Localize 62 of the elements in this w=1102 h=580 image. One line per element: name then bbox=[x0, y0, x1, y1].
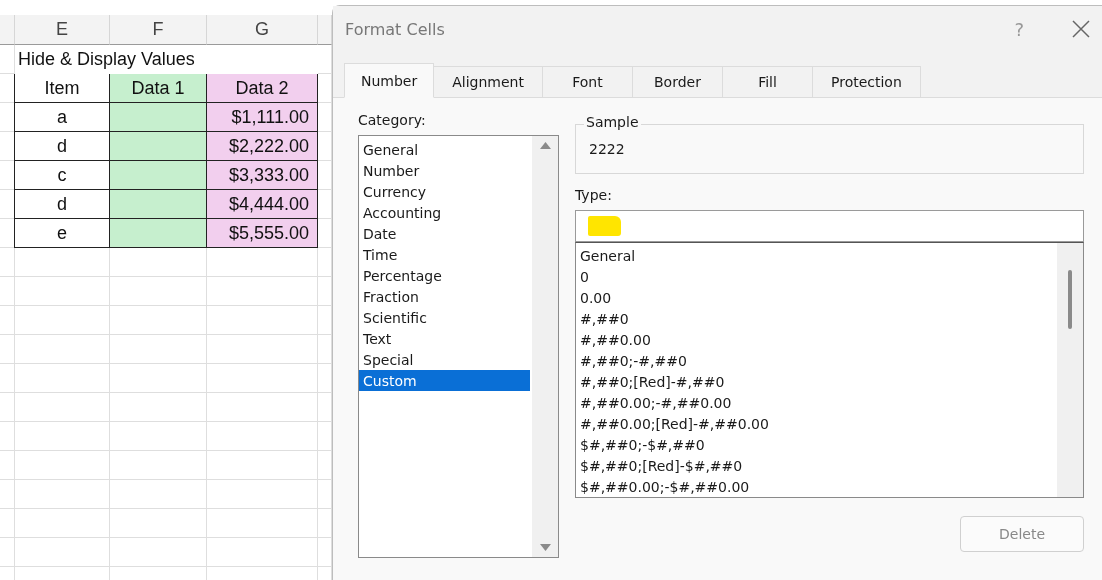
category-item[interactable]: Fraction bbox=[359, 286, 530, 307]
table-cell: a bbox=[14, 103, 110, 132]
category-item[interactable]: Currency bbox=[359, 181, 530, 202]
type-item[interactable]: $#,##0;[Red]-$#,##0 bbox=[576, 455, 1057, 477]
header-cell: Item bbox=[14, 74, 110, 103]
table-cell: c bbox=[14, 161, 110, 190]
column-header[interactable]: E bbox=[15, 15, 110, 45]
category-item[interactable]: General bbox=[359, 139, 530, 160]
table-cell: $3,333.00 bbox=[206, 161, 318, 190]
table-cell: $2,222.00 bbox=[206, 132, 318, 161]
type-item[interactable]: General bbox=[576, 246, 1057, 267]
type-item[interactable]: #,##0;-#,##0 bbox=[576, 350, 1057, 372]
dialog-title: Format Cells bbox=[345, 19, 446, 39]
table-cell: $1,111.00 bbox=[206, 103, 318, 132]
type-item[interactable]: 0 bbox=[576, 266, 1057, 288]
tab[interactable]: Alignment bbox=[434, 66, 543, 98]
type-item[interactable]: #,##0.00 bbox=[576, 329, 1057, 351]
table-cell: e bbox=[14, 219, 110, 248]
sheet-title: Hide & Display Values bbox=[17, 49, 196, 70]
column-header[interactable]: F bbox=[110, 15, 207, 45]
category-item[interactable]: Scientific bbox=[359, 307, 530, 328]
category-item[interactable]: Accounting bbox=[359, 202, 530, 223]
tab[interactable]: Protection bbox=[813, 66, 921, 98]
tab[interactable]: Fill bbox=[723, 66, 813, 98]
tab[interactable]: Font bbox=[543, 66, 633, 98]
scrollbar[interactable] bbox=[1057, 243, 1083, 497]
category-item[interactable]: Date bbox=[359, 223, 530, 244]
table-cell: d bbox=[14, 190, 110, 219]
tab[interactable]: Border bbox=[633, 66, 723, 98]
category-item[interactable]: Percentage bbox=[359, 265, 530, 286]
scroll-up-icon[interactable] bbox=[539, 142, 551, 149]
type-label: Type: bbox=[575, 187, 613, 203]
type-item[interactable]: #,##0.00;-#,##0.00 bbox=[576, 392, 1057, 414]
category-item[interactable]: Time bbox=[359, 244, 530, 265]
category-item[interactable]: Custom bbox=[359, 370, 530, 391]
scroll-thumb[interactable] bbox=[1068, 270, 1072, 329]
category-item[interactable]: Special bbox=[359, 349, 530, 370]
category-list[interactable]: General Number Currency Accounting Date Time Percentage Fraction Scientific Text Special Custom bbox=[358, 135, 559, 558]
type-item[interactable]: 0.00 bbox=[576, 287, 1057, 309]
type-item[interactable]: #,##0 bbox=[576, 308, 1057, 330]
sample-label: Sample bbox=[584, 114, 641, 130]
tab[interactable]: Number bbox=[344, 63, 435, 98]
header-cell: Data 2 bbox=[206, 74, 318, 103]
scrollbar[interactable] bbox=[532, 136, 558, 557]
table-cell: d bbox=[14, 132, 110, 161]
highlight-mark bbox=[588, 216, 621, 236]
type-item[interactable]: #,##0.00;[Red]-#,##0.00 bbox=[576, 413, 1057, 435]
table-cell: $4,444.00 bbox=[206, 190, 318, 219]
type-field[interactable] bbox=[575, 210, 1084, 242]
header-cell: Data 1 bbox=[109, 74, 207, 103]
type-item[interactable]: $#,##0;-$#,##0 bbox=[576, 434, 1057, 456]
category-item[interactable]: Text bbox=[359, 328, 530, 349]
category-item[interactable]: Number bbox=[359, 160, 530, 181]
table-cell: $5,555.00 bbox=[206, 219, 318, 248]
scroll-down-icon[interactable] bbox=[539, 544, 551, 551]
type-item[interactable]: $#,##0.00;-$#,##0.00 bbox=[576, 476, 1057, 497]
category-label: Category: bbox=[358, 112, 427, 128]
sample-value: 2222 bbox=[589, 141, 625, 157]
type-item[interactable]: #,##0;[Red]-#,##0 bbox=[576, 371, 1057, 393]
close-button[interactable] bbox=[1072, 20, 1090, 38]
type-list[interactable]: General 0 0.00 #,##0 #,##0.00 #,##0;-#,##0 #,##0;[Red]-#,##0 #,##0.00;-#,##0.00 #,##0.00;[Red]-#,##0.00 $#,##0;-$#,##0 $#,##0;[Red]-$#,##0 $#,##0.00;-$#,##0.00 bbox=[575, 242, 1084, 498]
column-header[interactable]: G bbox=[207, 15, 318, 45]
